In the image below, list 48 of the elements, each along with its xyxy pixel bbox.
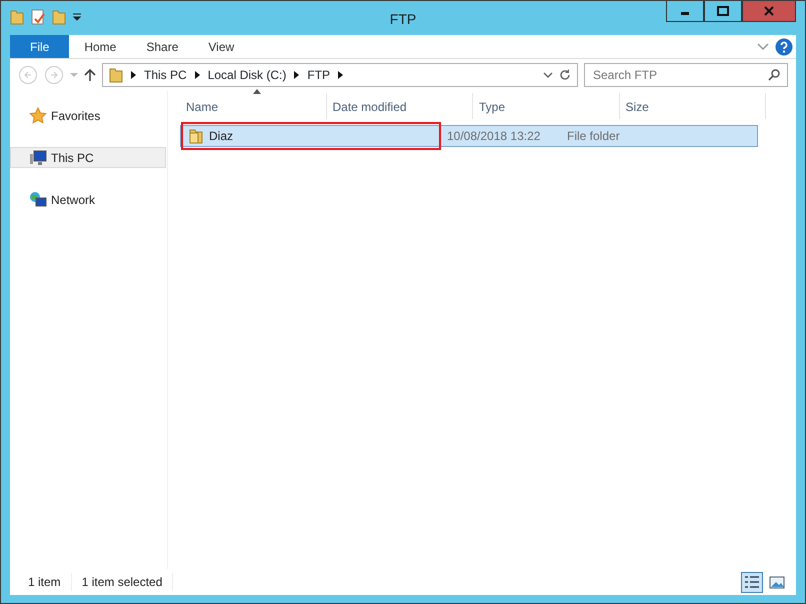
close-icon [763, 6, 775, 16]
chevron-down-icon[interactable] [757, 42, 769, 50]
file-menu-button[interactable]: File [10, 35, 70, 58]
window-title: FTP [390, 10, 416, 29]
computer-icon [29, 150, 47, 166]
address-bar[interactable]: This PC Local Disk (C:) FTP [102, 63, 578, 87]
folder-icon [109, 67, 123, 83]
folder-icon [189, 128, 203, 144]
properties-icon[interactable] [30, 9, 46, 25]
column-header[interactable]: Size [620, 93, 766, 119]
file-row[interactable]: Diaz 10/08/2018 13:22 File folder [180, 125, 758, 147]
column-header[interactable]: Type [473, 93, 620, 119]
chevron-down-icon[interactable] [543, 72, 553, 78]
chevron-right-icon[interactable] [338, 71, 344, 79]
breadcrumb-link[interactable]: FTP [307, 66, 330, 84]
network-icon [29, 190, 47, 208]
column-header[interactable]: Name [180, 93, 326, 119]
maximize-icon [717, 6, 729, 16]
refresh-icon[interactable] [559, 69, 571, 81]
help-icon[interactable] [775, 38, 793, 56]
chevron-right-icon[interactable] [131, 71, 136, 79]
nav-item[interactable]: Network [10, 189, 166, 210]
ribbon-tab[interactable]: Home [69, 35, 132, 58]
status-text: 1 item selected [72, 573, 174, 591]
breadcrumb-link[interactable]: This PC [144, 66, 187, 84]
search-icon [768, 69, 780, 81]
up-arrow-icon[interactable] [84, 68, 96, 82]
chevron-right-icon[interactable] [194, 71, 200, 79]
ribbon-tab[interactable]: Share [131, 35, 194, 58]
close-button[interactable] [742, 1, 796, 22]
search-field[interactable]: Search FTP [584, 63, 788, 87]
nav-item[interactable]: Favorites [10, 105, 166, 126]
table-cell-text: 10/08/2018 13:22 [446, 128, 542, 145]
dropdown-icon[interactable] [72, 12, 82, 22]
minimize-button[interactable] [666, 1, 704, 22]
ribbon-tab[interactable]: View [193, 35, 250, 58]
breadcrumb-link[interactable]: Local Disk (C:) [208, 66, 286, 84]
nav-item[interactable]: This PC [10, 147, 166, 168]
view-button[interactable] [741, 572, 763, 592]
file-name: Diaz [209, 128, 234, 145]
status-text: 1 item [18, 573, 72, 591]
chevron-right-icon[interactable] [294, 71, 300, 79]
details-view-icon [744, 575, 760, 589]
maximize-button[interactable] [704, 1, 742, 22]
table-cell-text: File folder [566, 128, 621, 145]
star-icon [29, 106, 47, 124]
picture-icon [769, 576, 785, 588]
column-header[interactable]: Date modified [326, 93, 473, 119]
